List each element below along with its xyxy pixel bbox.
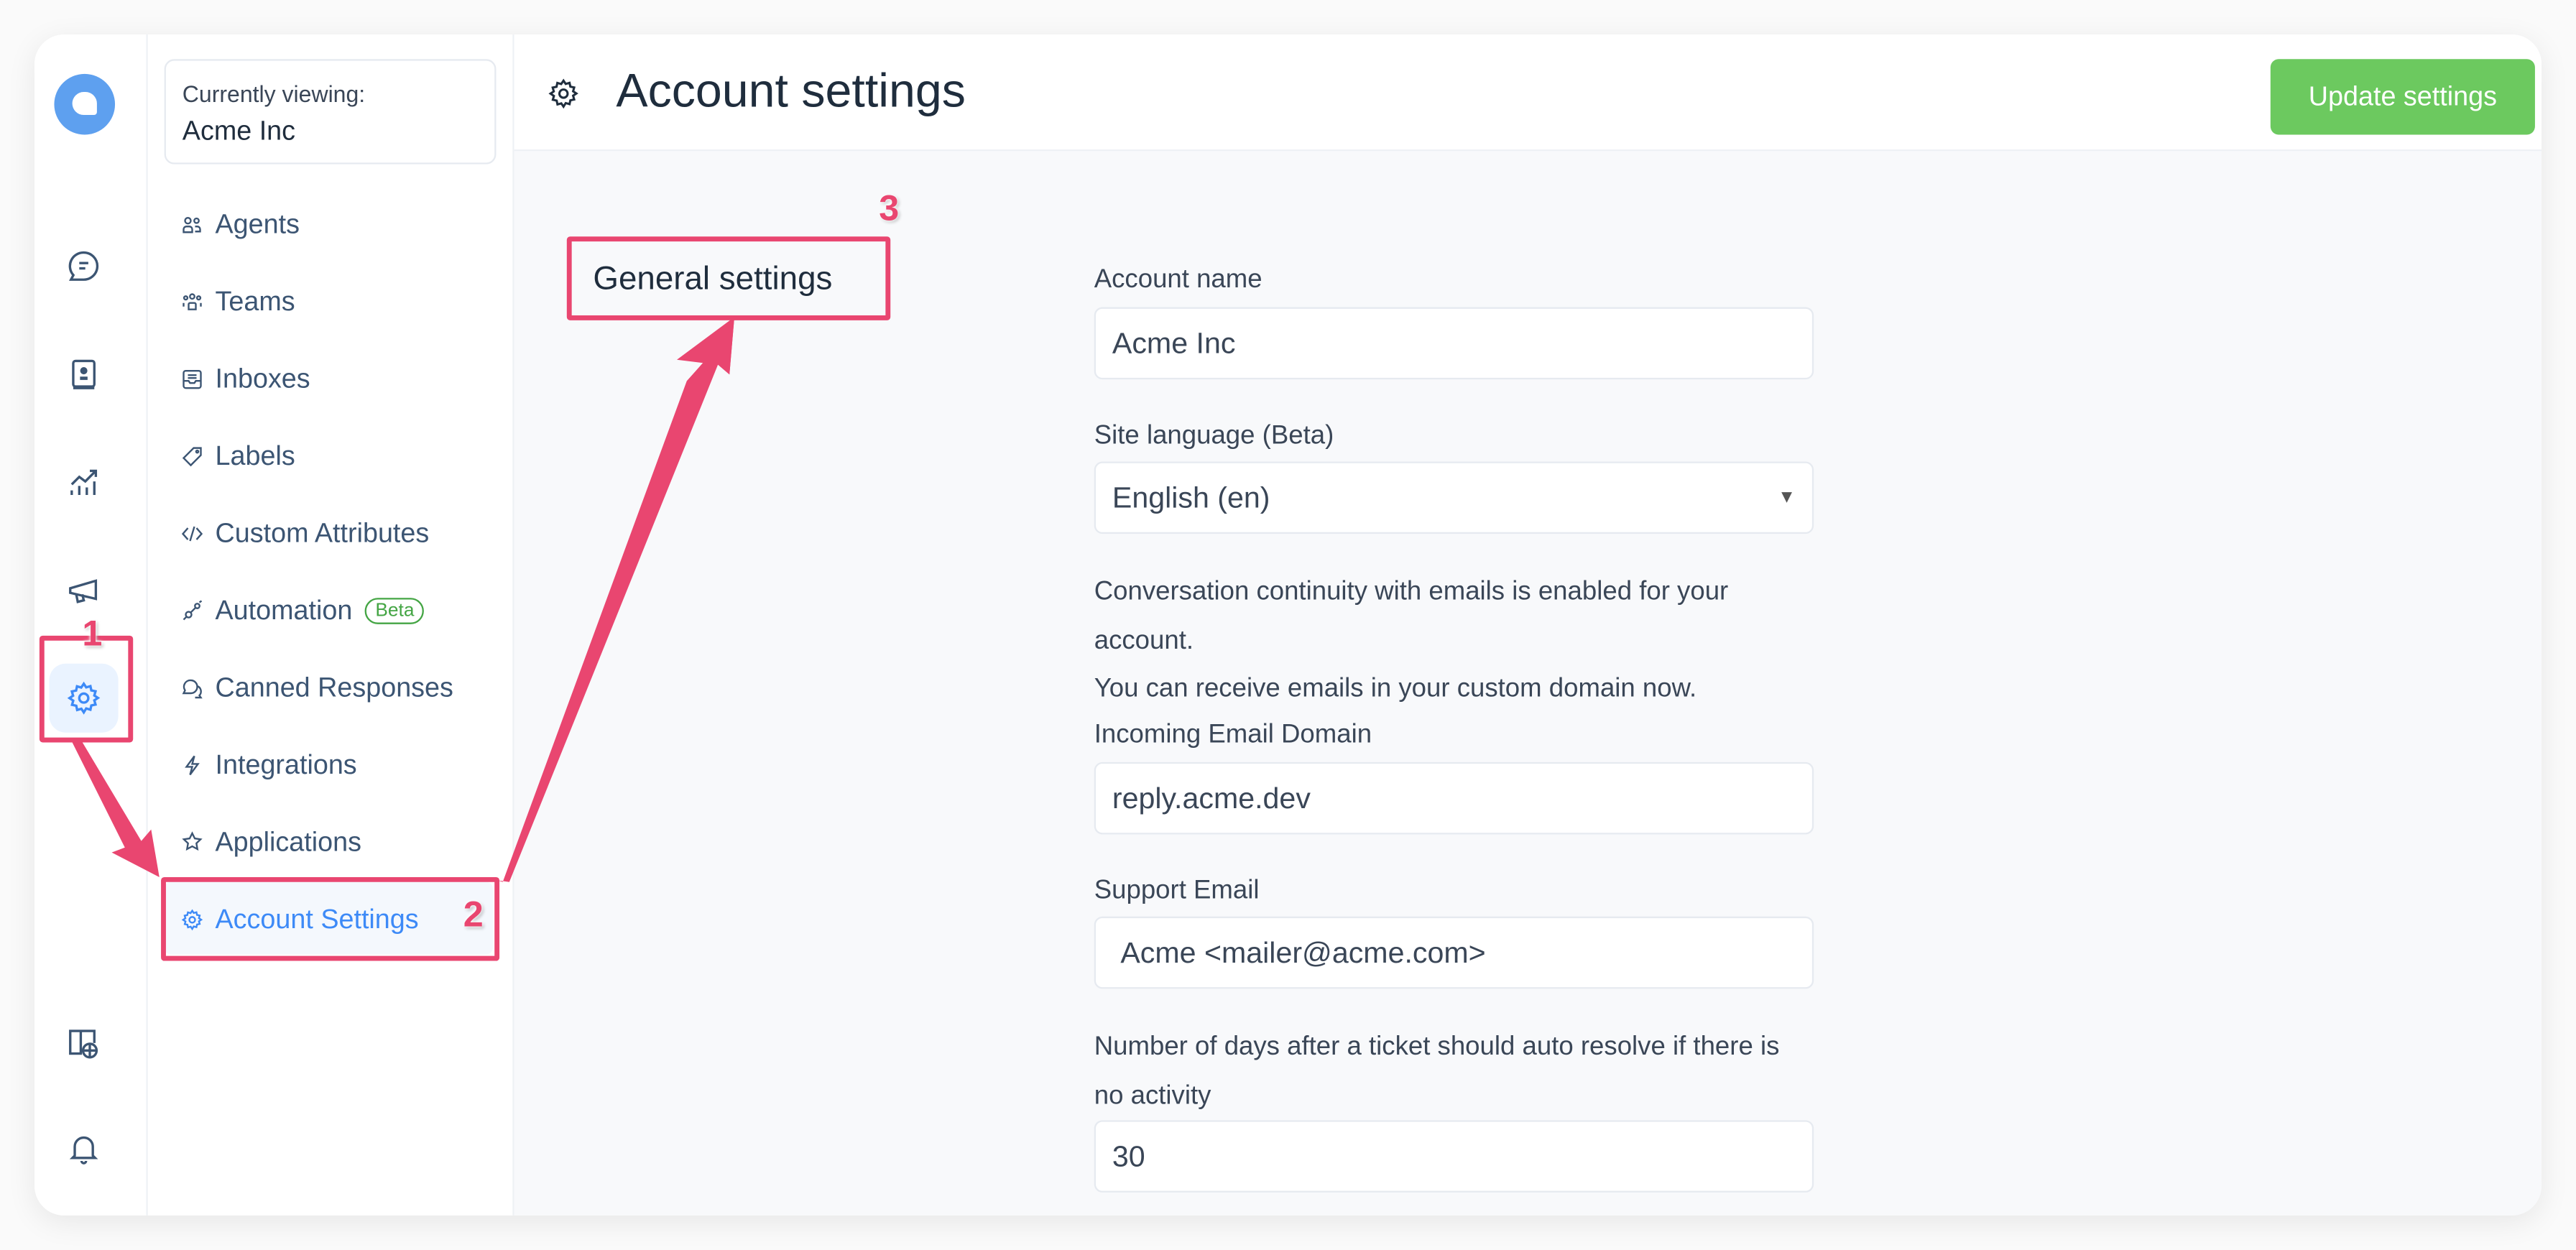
sidebar-item-label: Integrations xyxy=(215,749,357,779)
chevron-down-icon: ▼ xyxy=(1778,488,1796,508)
account-name-label: Account name xyxy=(1094,266,1262,295)
reports-chart-icon[interactable] xyxy=(56,455,112,511)
settings-sidebar: Currently viewing: Acme Inc Agents Teams… xyxy=(147,34,514,1216)
site-language-select[interactable]: English (en) ▼ xyxy=(1094,461,1814,534)
account-name-input[interactable]: Acme Inc xyxy=(1094,307,1814,380)
page-title: Account settings xyxy=(616,65,966,119)
contacts-book-icon[interactable] xyxy=(56,346,112,402)
beta-badge: Beta xyxy=(365,598,425,624)
sidebar-item-agents[interactable]: Agents xyxy=(181,207,300,243)
incoming-email-domain-label: Incoming Email Domain xyxy=(1094,721,1372,749)
bell-icon[interactable] xyxy=(56,1120,112,1176)
flash-icon xyxy=(185,755,200,776)
sidebar-item-label: Automation xyxy=(215,595,353,625)
main-content: Account settings Update settings General… xyxy=(514,34,2542,1216)
account-switcher[interactable]: Currently viewing: Acme Inc xyxy=(164,59,497,165)
sidebar-item-label: Labels xyxy=(215,440,295,471)
app-window: Currently viewing: Acme Inc Agents Teams… xyxy=(34,34,2542,1216)
tag-icon xyxy=(182,447,202,467)
annotation-number-3: 3 xyxy=(879,187,900,228)
incoming-email-domain-input[interactable]: reply.acme.dev xyxy=(1094,761,1814,835)
current-account-name: Acme Inc xyxy=(182,116,296,147)
annotation-number-2: 2 xyxy=(463,893,484,935)
star-badge-icon xyxy=(182,831,203,851)
chat-bubble-icon[interactable] xyxy=(56,239,112,295)
app-logo[interactable] xyxy=(54,73,116,135)
code-icon xyxy=(181,526,203,542)
sidebar-item-canned-responses[interactable]: Canned Responses xyxy=(181,670,453,706)
annotation-number-1: 1 xyxy=(82,612,103,654)
sidebar-item-label: Canned Responses xyxy=(215,672,453,703)
site-language-value: English (en) xyxy=(1112,481,1270,514)
sidebar-item-labels[interactable]: Labels xyxy=(181,438,295,474)
page-header: Account settings Update settings xyxy=(514,34,2542,152)
sidebar-item-label: Agents xyxy=(215,209,300,239)
update-settings-button[interactable]: Update settings xyxy=(2270,59,2535,135)
gear-icon xyxy=(548,78,578,109)
sidebar-item-inboxes[interactable]: Inboxes xyxy=(181,361,310,397)
sidebar-item-label: Inboxes xyxy=(215,364,310,394)
sidebar-item-automation[interactable]: Automation Beta xyxy=(181,593,425,629)
megaphone-icon[interactable] xyxy=(56,563,112,619)
auto-resolve-days-input[interactable]: 30 xyxy=(1094,1120,1814,1193)
automation-icon xyxy=(183,600,203,621)
sidebar-item-applications[interactable]: Applications xyxy=(181,825,361,861)
sidebar-item-custom-attributes[interactable]: Custom Attributes xyxy=(181,516,430,552)
support-email-label: Support Email xyxy=(1094,876,1260,905)
teams-icon xyxy=(183,293,202,310)
annotation-box-2 xyxy=(161,876,500,961)
agents-icon xyxy=(183,217,201,233)
sidebar-item-label: Teams xyxy=(215,286,295,317)
chat-bubbles-icon xyxy=(182,679,203,699)
auto-resolve-label: Number of days after a ticket should aut… xyxy=(1094,1033,1780,1110)
sidebar-item-teams[interactable]: Teams xyxy=(181,284,295,320)
account-switcher-label: Currently viewing: xyxy=(182,80,366,107)
support-email-input[interactable]: Acme <mailer@acme.com> xyxy=(1094,916,1814,989)
help-center-book-globe-icon[interactable] xyxy=(56,1015,112,1071)
annotation-box-3 xyxy=(566,236,891,320)
site-language-label: Site language (Beta) xyxy=(1094,422,1334,450)
inbox-icon xyxy=(183,369,202,389)
continuity-note: Conversation continuity with emails is e… xyxy=(1094,578,1729,655)
sidebar-item-label: Applications xyxy=(215,827,361,857)
sidebar-item-integrations[interactable]: Integrations xyxy=(181,747,357,783)
sidebar-item-label: Custom Attributes xyxy=(215,518,430,548)
custom-domain-note: You can receive emails in your custom do… xyxy=(1094,675,1697,703)
